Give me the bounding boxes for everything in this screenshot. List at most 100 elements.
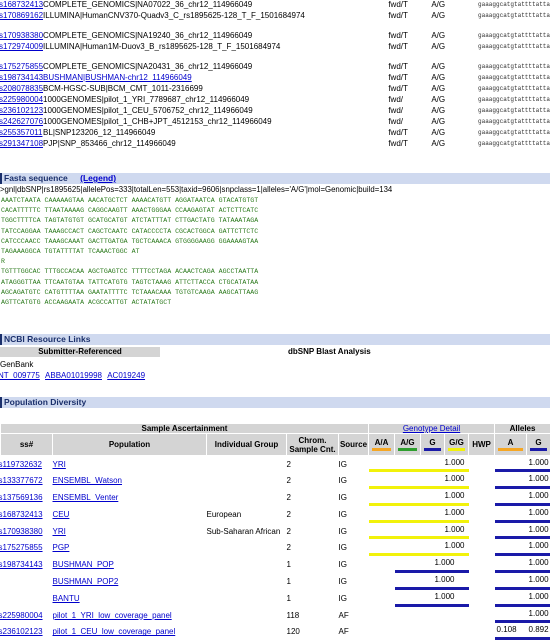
submission-alleles: A/G	[431, 73, 446, 82]
submission-flank-seq: gaaaggcatgtattttattaaa	[478, 32, 550, 39]
pop-ss-link[interactable]: ss133377672	[0, 476, 43, 485]
population-row: BUSHMAN_POP2 1 IG 1.000 1.000	[1, 573, 550, 590]
fasta-line: TATCCAGGAA TAAAGCCACT CAGCTCAATC CATACCC…	[1, 227, 259, 235]
pop-ss-link[interactable]: ss236102123	[0, 627, 43, 636]
pop-source: AF	[338, 610, 349, 620]
population-row: BANTU 1 IG 1.000 1.000	[1, 590, 550, 607]
population-row: ss236102123 pilot_1_CEU_low_coverage_pane…	[0, 623, 550, 641]
population-row: ss175275855 PGP 2 IG 1.000 1.000	[0, 539, 550, 557]
submission-strand: fwd/T	[388, 31, 408, 40]
col-gg: G/G	[444, 433, 470, 456]
pop-individual-group: European	[206, 509, 242, 519]
pop-ss-link[interactable]: ss198734143	[0, 560, 43, 569]
submission-ss-link[interactable]: ss225980004	[0, 95, 43, 104]
pop-population-link[interactable]: pilot_1_CEU_low_coverage_panel	[53, 627, 176, 636]
submission-row: ss208078835BCM-HGSC-SUB|BCM_CMT_1011-231…	[0, 84, 550, 95]
pop-ss-link[interactable]: ss225980004	[0, 611, 43, 620]
pop-population-link[interactable]: BUSHMAN_POP	[53, 560, 114, 569]
allele-frequency: 1.000	[494, 456, 550, 473]
pop-population-link[interactable]: BUSHMAN_POP2	[53, 577, 119, 586]
pop-sample-count: 2	[286, 543, 291, 553]
col-population: Population	[52, 433, 207, 456]
submission-ss-link[interactable]: ss172974009	[0, 42, 43, 51]
submission-ss-link[interactable]: ss170938380	[0, 31, 43, 40]
submission-description: ILLUMINA|HumanCNV370-Quadv3_C_rs1895625-…	[43, 11, 305, 20]
population-row: ss168732413 CEU European 2 IG 1.000 1.000	[0, 506, 550, 523]
genbank-label: GenBank	[0, 360, 34, 369]
pop-population-link[interactable]: YRI	[53, 460, 66, 469]
pop-population-link[interactable]: ENSEMBL_Watson	[53, 476, 123, 485]
pop-population-link[interactable]: YRI	[53, 527, 66, 536]
submission-flank-seq: gaaaggcatgtattttattaaa	[478, 129, 550, 136]
allele-frequency: 1.000	[494, 539, 550, 557]
ncbi-column-headers: Submitter-Referenced dbSNP Blast Analysi…	[0, 347, 550, 357]
submission-description: ILLUMINA|Human1M-Duov3_B_rs1895625-128_T…	[43, 42, 281, 51]
pop-population-link[interactable]: CEU	[53, 510, 70, 519]
ncbi-title: NCBI Resource Links	[4, 334, 91, 344]
submission-ss-link[interactable]: ss291347108	[0, 139, 43, 148]
fasta-line: TAGAAAGGCA TGTATTTTAT TCAAACTGGC AT	[1, 248, 140, 256]
submission-ss-link[interactable]: ss168732413	[0, 0, 43, 9]
pop-population-link[interactable]: PGP	[53, 543, 70, 552]
fasta-line: TGTTTGGCAC TTTGCCACAA AGCTGAGTCC TTTTCCT…	[1, 268, 259, 276]
submission-flank-seq: gaaaggcatgtattttattaaa	[478, 1, 550, 8]
submission-row: ss2426270761000GENOMES|pilot_1_CHB+JPT_4…	[0, 117, 550, 128]
genotype-frequency: 1.000	[368, 523, 469, 540]
fasta-line: TGGCTTTTCA TAGTATGTGT GCATGCATGT ATCTATT…	[1, 217, 259, 225]
col-aa: A/A	[368, 433, 396, 456]
pop-ss-link[interactable]: ss137569136	[0, 493, 43, 502]
submission-flank-seq: gaaaggcatgtattttattaaa	[478, 43, 550, 50]
submission-row: ss175275855COMPLETE_GENOMICS|NA20431_36_…	[0, 62, 550, 73]
pop-population-link[interactable]: pilot_1_YRI_low_coverage_panel	[53, 611, 172, 620]
submission-strand: fwd/T	[388, 11, 408, 20]
submission-ss-link[interactable]: ss175275855	[0, 62, 43, 71]
submission-strand: fwd/	[388, 106, 403, 115]
genotype-frequency: 1.000	[394, 573, 469, 590]
pop-ss-link[interactable]: ss168732413	[0, 510, 43, 519]
pop-ss-link[interactable]: ss175275855	[0, 543, 43, 552]
submission-ss-link[interactable]: ss170869162	[0, 11, 43, 20]
pop-sample-count: 120	[286, 627, 300, 637]
submission-ss-link[interactable]: ss208078835	[0, 84, 43, 93]
submission-description: 1000GENOMES|pilot_1_CHB+JPT_4512153_chr1…	[43, 117, 272, 126]
submission-strand: fwd/	[388, 117, 403, 126]
submission-alleles: A/G	[431, 128, 446, 137]
submission-alleles: A/G	[431, 0, 446, 9]
genbank-link-nt[interactable]: NT_009775	[0, 371, 40, 380]
submission-ss-link[interactable]: ss198734143	[0, 73, 43, 82]
submission-row: ss198734143BUSHMAN|BUSHMAN-chr12_1149660…	[0, 73, 550, 84]
submission-ss-link[interactable]: ss242627076	[0, 117, 43, 126]
submission-description: COMPLETE_GENOMICS|NA20431_36_chr12_11496…	[43, 62, 253, 71]
allele-frequency: 1.000	[494, 607, 550, 624]
submission-ss-link[interactable]: ss255357011	[0, 128, 42, 137]
pop-source: IG	[338, 509, 347, 519]
submission-description: BL|SNP123206_12_114966049	[43, 128, 156, 137]
ncbi-section-header: NCBI Resource Links	[0, 334, 550, 345]
legend-link[interactable]: (Legend)	[80, 173, 116, 183]
col-g: G	[420, 433, 446, 456]
blast-analysis-header: dbSNP Blast Analysis	[288, 347, 371, 356]
submission-alleles: A/G	[431, 31, 446, 40]
pop-ss-link[interactable]: ss119732632	[0, 460, 42, 469]
allele-frequency: 1.000	[494, 590, 550, 607]
population-row: ss133377672 ENSEMBL_Watson 2 IG 1.000 1.000	[0, 472, 550, 490]
population-row: ss170938380 YRI Sub-Saharan African 2 IG 1.00…	[0, 523, 550, 540]
fasta-section-header: Fasta sequence (Legend)	[0, 173, 550, 184]
allele-frequency: 1.000	[494, 506, 550, 523]
genotype-detail-link[interactable]: Genotype Detail	[368, 423, 496, 434]
submission-flank-seq: gaaaggcatgtattttattaaa	[478, 96, 550, 103]
genbank-link-ac[interactable]: AC019249	[107, 371, 145, 380]
pop-ss-link[interactable]: ss170938380	[0, 527, 43, 536]
pop-population-link[interactable]: ENSEMBL_Venter	[53, 493, 119, 502]
submission-description[interactable]: BUSHMAN|BUSHMAN-chr12_114966049	[43, 73, 192, 82]
genbank-link-abba[interactable]: ABBA01019998	[45, 371, 102, 380]
submission-ss-link[interactable]: ss236102123	[0, 106, 43, 115]
submission-strand: fwd/T	[388, 128, 408, 137]
submission-flank-seq: gaaaggcatgtattttattaaa	[478, 140, 550, 147]
submission-alleles: A/G	[431, 106, 446, 115]
submission-row: ss2361021231000GENOMES|pilot_1_CEU_57067…	[0, 106, 550, 117]
pop-population-link[interactable]: BANTU	[53, 594, 80, 603]
genotype-frequency: 1.000	[368, 472, 469, 490]
allele-frequency: 1.000	[494, 573, 550, 590]
submission-description: PJP|SNP_853466_chr12_114966049	[43, 139, 176, 148]
